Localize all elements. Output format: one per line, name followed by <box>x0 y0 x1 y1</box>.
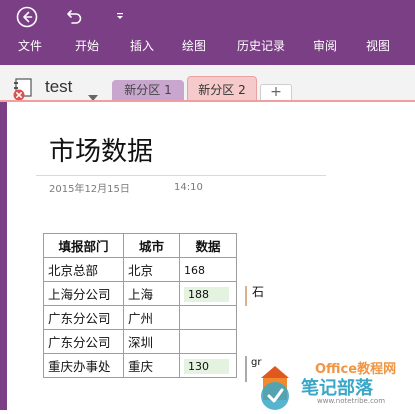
header-dept[interactable]: 填报部门 <box>43 233 124 258</box>
cell-city[interactable]: 重庆 <box>123 353 180 378</box>
cell-value-text: 168 <box>184 264 205 277</box>
dropdown-caret-icon <box>117 13 123 19</box>
cell-dept[interactable]: 广东分公司 <box>43 305 124 330</box>
cell-value-text: 188 <box>184 286 229 302</box>
section-tab-2[interactable]: 新分区 2 <box>187 76 257 102</box>
cell-dept[interactable]: 北京总部 <box>43 257 124 282</box>
ribbon-tabs: 文件 开始 插入 绘图 历史记录 审阅 视图 <box>0 37 415 55</box>
page-time: 14:10 <box>174 182 203 193</box>
watermark: Office教程网 笔记部落 www.notetribe.com <box>255 356 415 410</box>
table-row: 北京总部 北京 168 <box>43 257 237 282</box>
cell-city[interactable]: 北京 <box>123 257 180 282</box>
notebook-dropdown-caret-icon[interactable] <box>88 86 98 101</box>
tab-file[interactable]: 文件 <box>18 37 42 55</box>
cell-value[interactable]: 188 <box>179 281 237 306</box>
cell-city[interactable]: 广州 <box>123 305 180 330</box>
table-row: 广东分公司 深圳 <box>43 329 237 354</box>
table-row: 上海分公司 上海 188 <box>43 281 237 306</box>
note-fragment[interactable]: 石 <box>252 283 264 300</box>
watermark-url: www.notetribe.com <box>317 397 386 405</box>
left-rail <box>0 102 7 410</box>
table-row: 重庆办事处 重庆 130 <box>43 353 237 378</box>
note-container-marker <box>245 286 247 306</box>
tab-view[interactable]: 视图 <box>366 37 390 55</box>
header-city[interactable]: 城市 <box>123 233 180 258</box>
title-underline <box>36 175 326 176</box>
add-section-button[interactable]: + <box>260 84 292 101</box>
section-tab-1[interactable]: 新分区 1 <box>112 80 184 101</box>
market-data-table[interactable]: 填报部门 城市 数据 北京总部 北京 168 上海分公司 上海 188 广东分公… <box>43 233 237 378</box>
tab-home[interactable]: 开始 <box>75 37 99 55</box>
cell-city[interactable]: 深圳 <box>123 329 180 354</box>
back-circle-icon <box>16 6 38 28</box>
cell-value[interactable]: 168 <box>179 257 237 282</box>
header-value[interactable]: 数据 <box>179 233 237 258</box>
ribbon-bar: 文件 开始 插入 绘图 历史记录 审阅 视图 <box>0 0 415 65</box>
cell-value[interactable]: 130 <box>179 353 237 378</box>
page-date: 2015年12月15日 <box>49 184 130 195</box>
tab-insert[interactable]: 插入 <box>130 37 154 55</box>
back-button[interactable] <box>16 6 38 28</box>
cell-value-text: 130 <box>184 358 229 374</box>
table-row: 广东分公司 广州 <box>43 305 237 330</box>
cell-dept[interactable]: 广东分公司 <box>43 329 124 354</box>
notebook-name[interactable]: test <box>45 76 72 98</box>
quick-access-more-button[interactable] <box>113 6 127 26</box>
cell-dept[interactable]: 上海分公司 <box>43 281 124 306</box>
tab-review[interactable]: 审阅 <box>313 37 337 55</box>
undo-button[interactable] <box>64 6 86 26</box>
notebook-sync-error-icon[interactable] <box>12 78 32 101</box>
page-title[interactable]: 市场数据 <box>49 134 153 170</box>
section-underline <box>0 100 415 102</box>
cell-value[interactable] <box>179 305 237 330</box>
undo-icon <box>67 10 82 24</box>
cell-dept[interactable]: 重庆办事处 <box>43 353 124 378</box>
note-container-marker <box>245 356 247 382</box>
cell-city[interactable]: 上海 <box>123 281 180 306</box>
tab-history[interactable]: 历史记录 <box>237 37 285 55</box>
cell-value[interactable] <box>179 329 237 354</box>
table-header-row: 填报部门 城市 数据 <box>43 233 237 258</box>
tab-draw[interactable]: 绘图 <box>182 37 206 55</box>
